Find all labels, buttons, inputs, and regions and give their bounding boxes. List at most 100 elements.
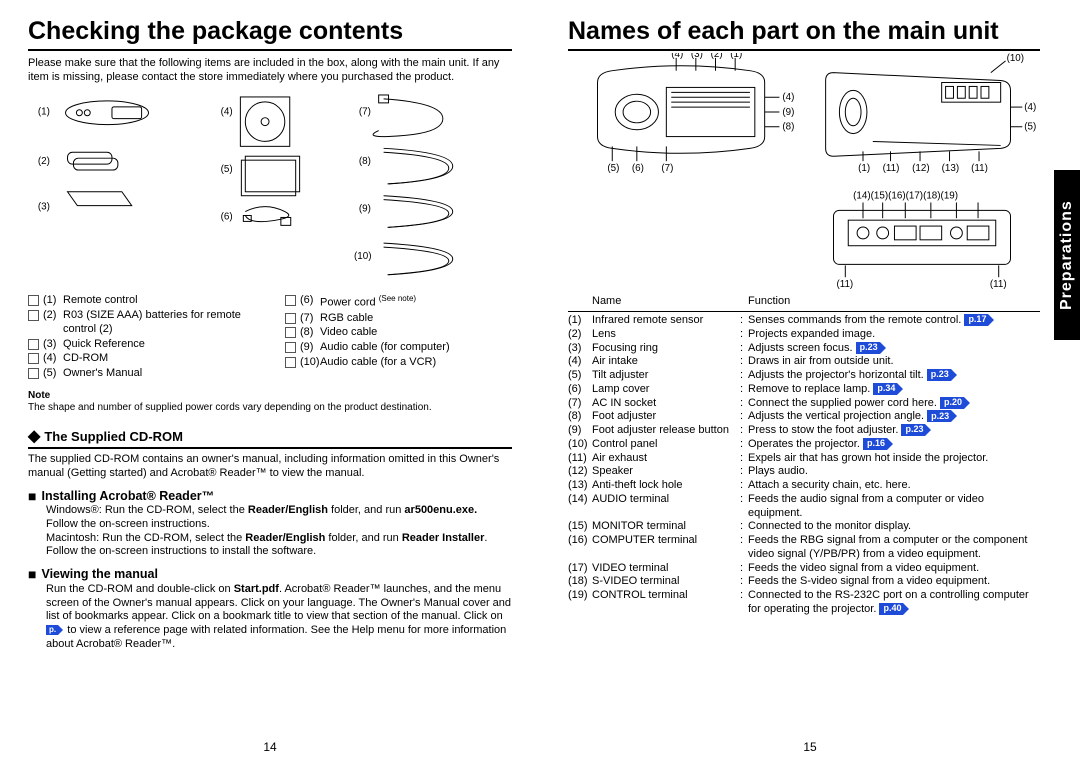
table-row: (13)Anti-theft lock hole:Attach a securi… (568, 479, 1040, 493)
table-row: (11)Air exhaust:Expels air that has grow… (568, 452, 1040, 466)
package-illustration: .l{stroke:#000;stroke-width:1;fill:none}… (28, 93, 512, 291)
page-title-left: Checking the package contents (28, 16, 512, 51)
page-ref-icon: p. (46, 625, 58, 635)
svg-text:(11): (11) (971, 163, 988, 174)
svg-text:(1): (1) (730, 53, 742, 60)
cdrom-heading: ◆ The Supplied CD-ROM (28, 429, 512, 449)
svg-text:(10): (10) (354, 251, 372, 262)
table-row: (17)VIDEO terminal:Feeds the video signa… (568, 562, 1040, 576)
diamond-icon: ◆ (28, 429, 40, 445)
svg-text:(8): (8) (782, 122, 794, 133)
checkbox-icon (285, 357, 296, 368)
svg-text:(9): (9) (782, 107, 794, 118)
svg-text:(5): (5) (221, 164, 233, 175)
list-item: (4)CD-ROM (28, 352, 255, 366)
svg-text:(6): (6) (221, 211, 233, 222)
unit-diagrams: .l{stroke:#000;stroke-width:1;fill:none}… (568, 53, 1040, 289)
right-page: Names of each part on the main unit .l{s… (540, 0, 1080, 763)
package-checklist: (1)Remote control (2)R03 (SIZE AAA) batt… (28, 294, 512, 382)
left-page: Checking the package contents Please mak… (0, 0, 540, 763)
square-icon: ■ (28, 567, 36, 581)
checkbox-icon (28, 310, 39, 321)
list-item: (3)Quick Reference (28, 338, 255, 352)
table-row: (8)Foot adjuster:Adjusts the vertical pr… (568, 410, 1040, 424)
page-ref-icon: p.20 (940, 397, 964, 409)
svg-text:(6): (6) (632, 163, 644, 174)
table-row: (5)Tilt adjuster:Adjusts the projector's… (568, 369, 1040, 383)
page-ref-icon: p.40 (879, 603, 903, 615)
checkbox-icon (28, 368, 39, 379)
svg-text:(14)(15)(16)(17)(18)(19): (14)(15)(16)(17)(18)(19) (853, 191, 958, 202)
svg-text:(2): (2) (38, 156, 50, 167)
page-ref-icon: p.23 (901, 424, 925, 436)
checkbox-icon (285, 327, 296, 338)
page-ref-icon: p.34 (873, 383, 897, 395)
table-row: (7)AC IN socket:Connect the supplied pow… (568, 397, 1040, 411)
page-ref-icon: p.17 (964, 314, 988, 326)
table-row: (2)Lens:Projects expanded image. (568, 328, 1040, 342)
list-item: (1)Remote control (28, 294, 255, 308)
view-text: Run the CD-ROM and double-click on Start… (46, 583, 512, 652)
list-item: (10)Audio cable (for a VCR) (285, 356, 512, 370)
svg-text:(13): (13) (942, 163, 959, 174)
svg-text:(9): (9) (359, 203, 371, 214)
checkbox-icon (285, 313, 296, 324)
svg-text:(10): (10) (1007, 53, 1024, 64)
page-ref-icon: p.16 (863, 438, 887, 450)
install-text: Windows®: Run the CD-ROM, select the Rea… (46, 504, 512, 559)
page-title-right: Names of each part on the main unit (568, 16, 1040, 51)
page-ref-icon: p.23 (927, 369, 951, 381)
section-tab: Preparations (1054, 170, 1080, 340)
table-row: (15)MONITOR terminal:Connected to the mo… (568, 520, 1040, 534)
svg-text:(3): (3) (38, 201, 50, 212)
checkbox-icon (285, 342, 296, 353)
table-row: (4)Air intake:Draws in air from outside … (568, 355, 1040, 369)
view-heading: ■ Viewing the manual (28, 567, 512, 583)
table-row: (19)CONTROL terminal:Connected to the RS… (568, 589, 1040, 617)
svg-text:(4): (4) (671, 53, 683, 60)
svg-text:(7): (7) (359, 106, 371, 117)
note-heading: Note (28, 390, 512, 403)
note-text: The shape and number of supplied power c… (28, 402, 512, 415)
square-icon: ■ (28, 489, 36, 503)
install-heading: ■ Installing Acrobat® Reader™ (28, 489, 512, 505)
svg-text:(11): (11) (990, 279, 1007, 289)
checkbox-icon (28, 339, 39, 350)
table-row: (1)Infrared remote sensor:Senses command… (568, 314, 1040, 328)
intro-text: Please make sure that the following item… (28, 57, 512, 85)
svg-text:(1): (1) (38, 106, 50, 117)
table-header: Name Function (568, 295, 1040, 312)
table-row: (16)COMPUTER terminal:Feeds the RBG sign… (568, 534, 1040, 562)
list-item: (5)Owner's Manual (28, 367, 255, 381)
table-row: (10)Control panel:Operates the projector… (568, 438, 1040, 452)
list-item: (9)Audio cable (for computer) (285, 341, 512, 355)
svg-text:(2): (2) (711, 53, 723, 60)
svg-text:(8): (8) (359, 156, 371, 167)
page-number: 14 (0, 740, 540, 755)
list-item: (6)Power cord (See note) (285, 294, 512, 310)
svg-text:(5): (5) (1024, 122, 1036, 133)
svg-text:(11): (11) (883, 163, 900, 174)
page-number: 15 (540, 740, 1080, 755)
svg-text:(4): (4) (782, 92, 794, 103)
checkbox-icon (285, 295, 296, 306)
table-row: (14)AUDIO terminal:Feeds the audio signa… (568, 493, 1040, 521)
table-row: (9)Foot adjuster release button:Press to… (568, 424, 1040, 438)
svg-text:(4): (4) (1024, 102, 1036, 113)
table-row: (12)Speaker:Plays audio. (568, 465, 1040, 479)
checkbox-icon (28, 295, 39, 306)
svg-text:(12): (12) (912, 163, 929, 174)
list-item: (7)RGB cable (285, 312, 512, 326)
parts-table: Name Function (1)Infrared remote sensor:… (568, 295, 1040, 616)
table-row: (18)S-VIDEO terminal:Feeds the S-video s… (568, 575, 1040, 589)
svg-text:(3): (3) (691, 53, 703, 60)
table-row: (3)Focusing ring:Adjusts screen focus. p… (568, 342, 1040, 356)
svg-text:(7): (7) (661, 163, 673, 174)
page-ref-icon: p.23 (856, 342, 880, 354)
list-item: (8)Video cable (285, 326, 512, 340)
list-item: (2)R03 (SIZE AAA) batteries for remote c… (28, 309, 255, 337)
cdrom-body: The supplied CD-ROM contains an owner's … (28, 453, 512, 481)
svg-text:(5): (5) (607, 163, 619, 174)
checkbox-icon (28, 353, 39, 364)
page-ref-icon: p.23 (927, 410, 951, 422)
